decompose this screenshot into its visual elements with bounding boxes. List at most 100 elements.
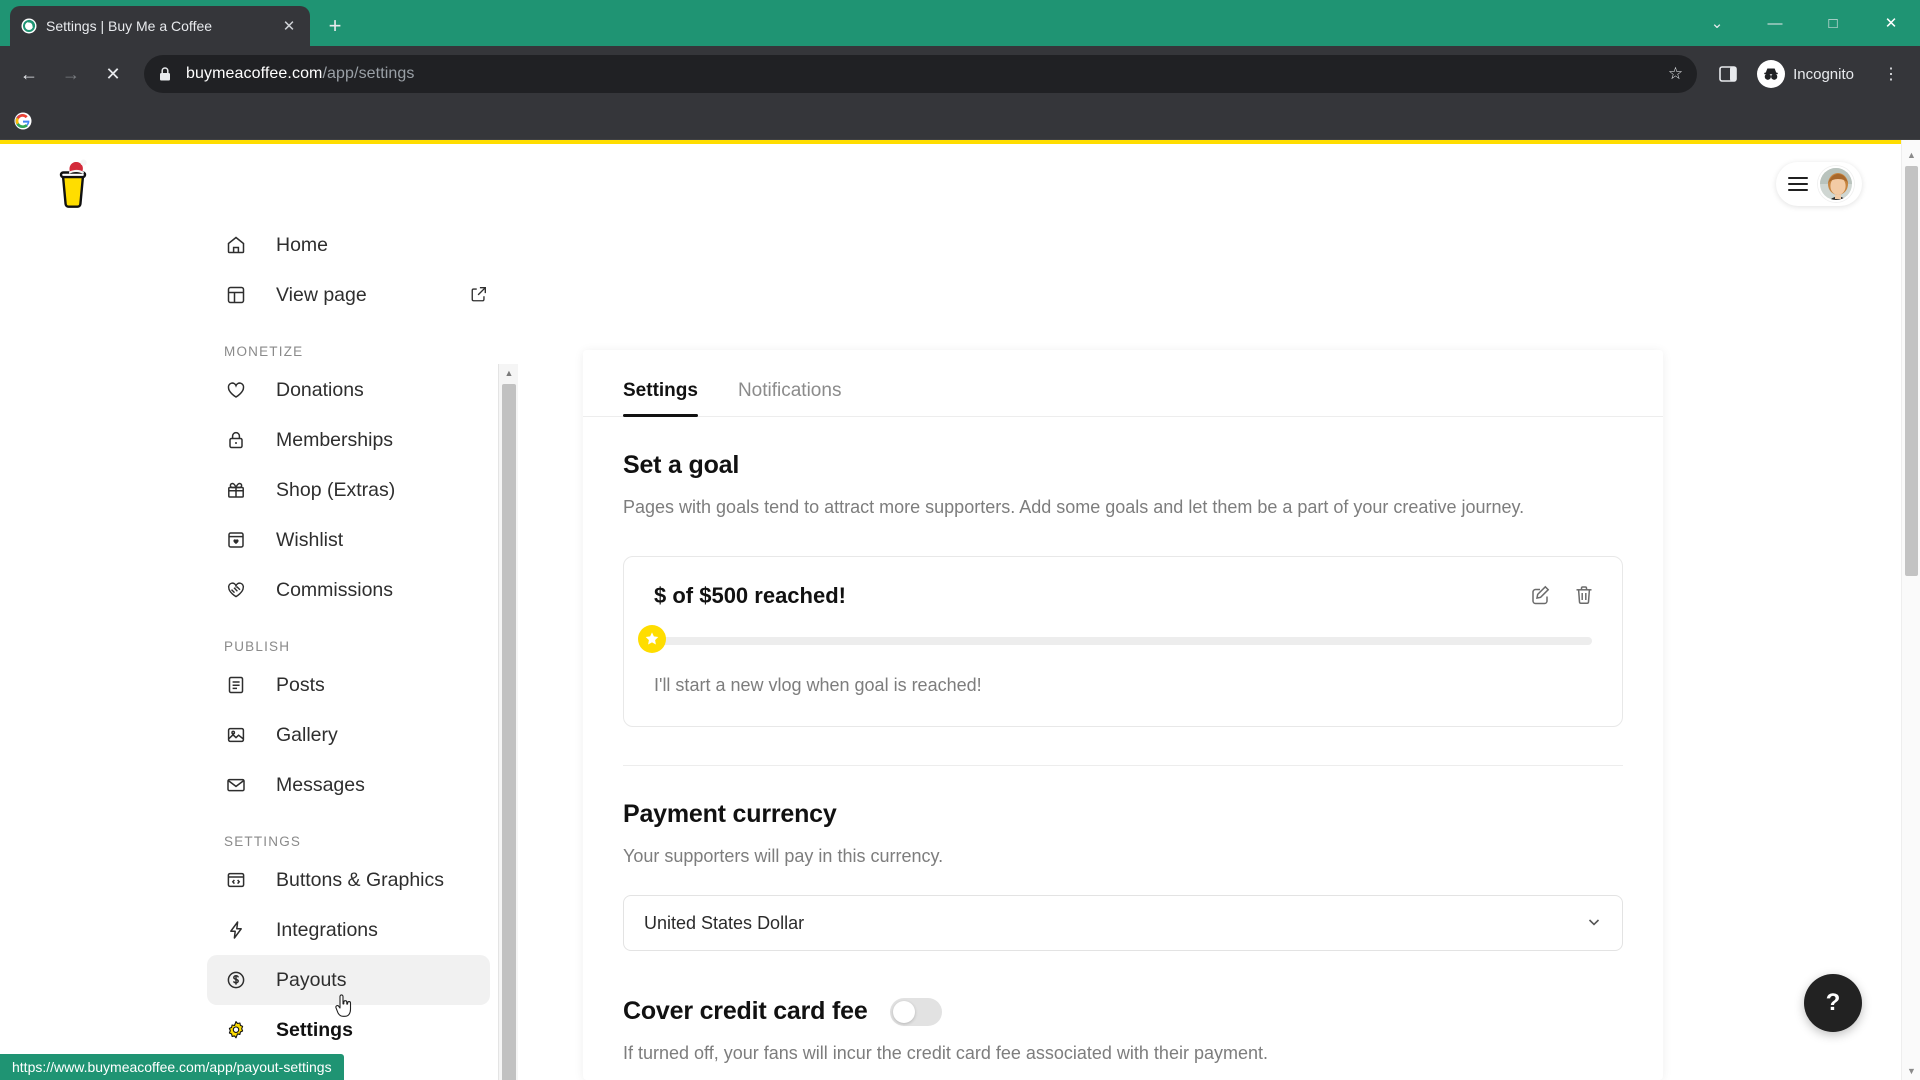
- page-scrollbar-thumb[interactable]: [1905, 166, 1918, 576]
- goal-progress-track: [654, 637, 1592, 646]
- sidebar-item-memberships[interactable]: Memberships: [207, 415, 490, 465]
- edit-icon[interactable]: [1528, 583, 1552, 607]
- google-bookmark-icon[interactable]: [12, 110, 34, 132]
- maximize-button[interactable]: □: [1804, 0, 1862, 46]
- sidebar-item-posts[interactable]: Posts: [207, 660, 490, 710]
- sidebar-item-home[interactable]: Home: [207, 220, 490, 270]
- sidebar-item-commissions[interactable]: Commissions: [207, 565, 490, 615]
- sidebar-scrollbar[interactable]: ▲ ▼: [498, 364, 518, 1080]
- settings-tabs: Settings Notifications: [583, 350, 1663, 417]
- bookmark-star-icon[interactable]: ☆: [1668, 64, 1683, 84]
- url-path: /app/settings: [322, 65, 415, 82]
- dollar-circle-icon: [224, 968, 248, 992]
- set-goal-heading: Set a goal: [623, 451, 740, 479]
- stop-loading-icon[interactable]: ✕: [94, 55, 132, 93]
- payment-currency-section: Payment currency Your supporters will pa…: [583, 766, 1663, 952]
- sidebar-item-label: Integrations: [276, 918, 378, 941]
- scroll-up-icon[interactable]: ▲: [499, 364, 519, 382]
- address-bar[interactable]: buymeacoffee.com/app/settings ☆: [144, 55, 1698, 93]
- goal-note: I'll start a new vlog when goal is reach…: [654, 675, 982, 696]
- sidebar-nav: Home View page MONETIZE Donations Member…: [0, 220, 510, 1055]
- document-icon: [224, 673, 248, 697]
- bolt-icon: [224, 918, 248, 942]
- sidebar-item-label: View page: [276, 283, 367, 306]
- window-controls: ⌄ — □ ✕: [1688, 0, 1920, 46]
- image-icon: [224, 723, 248, 747]
- close-window-button[interactable]: ✕: [1862, 0, 1920, 46]
- browser-tab[interactable]: Settings | Buy Me a Coffee ✕: [10, 6, 310, 46]
- sidebar-item-shop-extras[interactable]: Shop (Extras): [207, 465, 490, 515]
- sidebar-scrollbar-thumb[interactable]: [502, 384, 516, 1080]
- currency-select[interactable]: United States Dollar: [623, 895, 1623, 952]
- sidebar-item-buttons-graphics[interactable]: Buttons & Graphics: [207, 855, 490, 905]
- layout-icon: [224, 283, 248, 307]
- code-window-icon: [224, 868, 248, 892]
- status-bar-url: https://www.buymeacoffee.com/app/payout-…: [0, 1054, 344, 1080]
- sidebar-item-donations[interactable]: Donations: [207, 365, 490, 415]
- bookmarks-bar: [0, 102, 1920, 140]
- sidebar-item-integrations[interactable]: Integrations: [207, 905, 490, 955]
- app-sidebar: Home View page MONETIZE Donations Member…: [0, 220, 510, 1080]
- buymeacoffee-logo[interactable]: [50, 158, 96, 212]
- goal-card: $ of $500 reached! I'll start a new vlog…: [623, 556, 1623, 728]
- sidebar-item-view-page[interactable]: View page: [207, 270, 490, 320]
- page-viewport: Home View page MONETIZE Donations Member…: [0, 140, 1920, 1080]
- hamburger-icon[interactable]: [1788, 177, 1808, 191]
- page-scroll-down-icon[interactable]: ▼: [1902, 1062, 1920, 1080]
- tab-search-icon[interactable]: ⌄: [1688, 0, 1746, 46]
- sidebar-item-gallery[interactable]: Gallery: [207, 710, 490, 760]
- star-icon: [638, 625, 666, 654]
- cover-fee-heading: Cover credit card fee: [623, 997, 868, 1026]
- tab-notifications[interactable]: Notifications: [738, 380, 842, 416]
- url-text: buymeacoffee.com/app/settings: [186, 65, 415, 83]
- tab-strip: Settings | Buy Me a Coffee ✕ + ⌄ — □ ✕: [0, 0, 1920, 46]
- page-scroll-up-icon[interactable]: ▲: [1902, 146, 1920, 164]
- minimize-button[interactable]: —: [1746, 0, 1804, 46]
- mouse-cursor: [333, 993, 353, 1021]
- help-button[interactable]: ?: [1804, 974, 1862, 1032]
- gear-icon: [224, 1018, 248, 1042]
- lock-icon: [158, 66, 174, 82]
- sidebar-item-label: Commissions: [276, 578, 394, 601]
- sidebar-item-label: Wishlist: [276, 528, 344, 551]
- sidebar-item-label: Payouts: [276, 968, 347, 991]
- home-icon: [224, 233, 248, 257]
- wishlist-icon: [224, 528, 248, 552]
- sidebar-item-messages[interactable]: Messages: [207, 760, 490, 810]
- new-tab-button[interactable]: +: [318, 9, 352, 43]
- incognito-profile-button[interactable]: Incognito: [1751, 56, 1868, 92]
- payment-currency-heading: Payment currency: [623, 800, 837, 829]
- settings-content-card: Settings Notifications Set a goal Pages …: [583, 350, 1663, 1080]
- sidebar-item-label: Memberships: [276, 428, 394, 451]
- close-icon[interactable]: ✕: [278, 15, 300, 37]
- toggle-knob: [892, 1000, 915, 1023]
- handshake-icon: [224, 578, 248, 602]
- sidebar-item-label: Gallery: [276, 723, 338, 746]
- user-avatar[interactable]: [1818, 166, 1854, 202]
- browser-toolbar: ← → ✕ buymeacoffee.com/app/settings ☆ In…: [0, 46, 1920, 102]
- lock-icon: [224, 428, 248, 452]
- external-link-icon[interactable]: [470, 285, 490, 305]
- trash-icon[interactable]: [1572, 583, 1596, 607]
- chrome-menu-icon[interactable]: ⋮: [1872, 55, 1910, 93]
- goal-progress-bar: [638, 625, 1592, 654]
- page-loading-bar: [0, 140, 1920, 144]
- side-panel-icon[interactable]: [1709, 55, 1747, 93]
- forward-icon[interactable]: →: [52, 55, 90, 93]
- chevron-down-icon[interactable]: [1586, 914, 1602, 933]
- currency-select-value: United States Dollar: [644, 912, 805, 933]
- browser-window: Settings | Buy Me a Coffee ✕ + ⌄ — □ ✕ ←…: [0, 0, 1920, 1080]
- back-icon[interactable]: ←: [10, 55, 48, 93]
- app-header-controls[interactable]: [1776, 162, 1862, 206]
- envelope-icon: [224, 773, 248, 797]
- sidebar-section-settings: SETTINGS: [224, 834, 302, 849]
- sidebar-item-label: Settings: [276, 1018, 353, 1041]
- sidebar-item-label: Shop (Extras): [276, 478, 396, 501]
- tab-title: Settings | Buy Me a Coffee: [46, 18, 213, 34]
- page-scrollbar[interactable]: ▲ ▼: [1901, 140, 1920, 1080]
- sidebar-item-wishlist[interactable]: Wishlist: [207, 515, 490, 565]
- cover-fee-toggle[interactable]: [889, 997, 942, 1026]
- tab-settings[interactable]: Settings: [623, 380, 698, 417]
- cover-fee-header: Cover credit card fee: [623, 997, 1623, 1026]
- sidebar-item-label: Messages: [276, 773, 365, 796]
